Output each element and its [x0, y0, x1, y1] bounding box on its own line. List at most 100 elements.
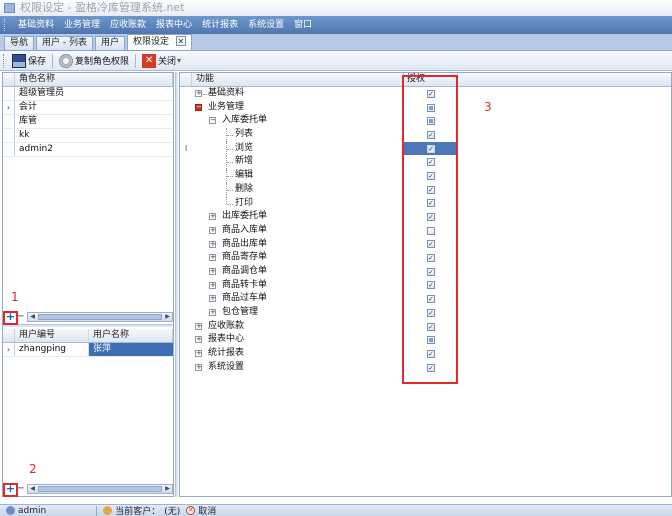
annotation-box-3: [402, 75, 458, 384]
menu-business[interactable]: 业务管理: [59, 16, 105, 34]
scroll-right-icon[interactable]: ▶: [163, 313, 172, 321]
tree-node[interactable]: + 商品出库单: [192, 238, 404, 252]
close-label: 关闭: [158, 57, 177, 67]
cancel-label[interactable]: 取消: [198, 504, 216, 516]
node-label: 商品出库单: [222, 238, 268, 249]
tree-node[interactable]: − 入库委托单: [192, 114, 404, 128]
row-header: [180, 210, 192, 224]
tab-label: 用户 - 列表: [42, 38, 87, 48]
role-name-cell[interactable]: 超级管理员: [15, 87, 173, 100]
tree-node[interactable]: 编辑: [192, 169, 404, 184]
row-header: [180, 238, 192, 252]
expand-icon[interactable]: +: [209, 254, 216, 262]
tree-node[interactable]: 列表: [192, 128, 404, 143]
text-cursor-icon: I: [184, 143, 188, 153]
tab-navigation[interactable]: 导航: [4, 36, 35, 50]
menu-statistics[interactable]: 统计报表: [197, 16, 243, 34]
menu-window[interactable]: 窗口: [289, 16, 317, 34]
column-header-role-name[interactable]: 角色名称: [15, 73, 173, 86]
tab-label: 用户: [101, 38, 120, 48]
role-row[interactable]: 库管: [3, 115, 173, 129]
tree-connector: [227, 162, 233, 164]
role-name-cell[interactable]: 会计: [15, 101, 173, 114]
expand-icon[interactable]: +: [209, 267, 216, 275]
tab-permission-settings[interactable]: 权限设定 ✕: [127, 34, 192, 50]
tree-node[interactable]: + 应收账款: [192, 320, 404, 334]
tree-node[interactable]: + 统计报表: [192, 347, 404, 361]
user-id-cell[interactable]: zhangping: [15, 343, 89, 356]
expand-icon[interactable]: +: [209, 240, 216, 248]
annotation-number-3: 3: [484, 100, 492, 114]
node-label: 入库委托单: [222, 115, 268, 126]
row-header: [180, 197, 192, 211]
tree-node[interactable]: + 商品转卡单: [192, 279, 404, 293]
tree-node[interactable]: − 业务管理: [192, 101, 404, 115]
role-row[interactable]: admin2: [3, 143, 173, 157]
current-user: admin: [18, 505, 47, 516]
tree-node[interactable]: 新增: [192, 155, 404, 170]
expand-icon[interactable]: +: [209, 295, 216, 303]
save-button[interactable]: 保存: [9, 52, 49, 70]
tree-node[interactable]: 删除: [192, 182, 404, 197]
copy-role-permission-button[interactable]: 复制角色权限: [56, 52, 132, 70]
tree-node[interactable]: + 商品过车单: [192, 292, 404, 306]
row-header: [180, 279, 192, 293]
role-row[interactable]: › 会计: [3, 101, 173, 115]
expand-icon[interactable]: +: [209, 309, 216, 316]
scroll-left-icon[interactable]: ◀: [28, 313, 37, 321]
menu-reports[interactable]: 报表中心: [151, 16, 197, 34]
scrollbar-thumb[interactable]: [38, 486, 162, 492]
expand-icon[interactable]: +: [195, 322, 202, 330]
tree-node[interactable]: + 系统设置: [192, 361, 404, 375]
collapse-icon[interactable]: −: [195, 103, 202, 111]
tree-node[interactable]: + 商品寄存单: [192, 251, 404, 265]
expand-icon[interactable]: +: [209, 213, 216, 221]
tab-user[interactable]: 用户: [95, 36, 126, 50]
tab-user-list[interactable]: 用户 - 列表: [36, 36, 93, 50]
expand-icon[interactable]: +: [195, 336, 202, 344]
user-grid-header: 用户编号 用户名称: [3, 329, 173, 343]
expand-icon[interactable]: +: [195, 350, 202, 358]
scrollbar-thumb[interactable]: [38, 314, 162, 320]
user-row[interactable]: › zhangping 张萍: [3, 343, 173, 357]
tree-node[interactable]: + 商品入库单: [192, 224, 404, 238]
expand-icon[interactable]: +: [209, 226, 216, 234]
horizontal-scrollbar[interactable]: ◀ ▶: [27, 312, 173, 322]
scroll-left-icon[interactable]: ◀: [28, 485, 37, 493]
tree-node[interactable]: + 出库委托单: [192, 210, 404, 224]
expand-icon[interactable]: +: [195, 363, 202, 371]
tree-node[interactable]: 打印: [192, 196, 404, 211]
menu-settings[interactable]: 系统设置: [243, 16, 289, 34]
expand-icon[interactable]: +: [195, 90, 202, 97]
tree-node[interactable]: 浏览: [192, 141, 404, 156]
column-header-function[interactable]: 功能: [192, 73, 404, 86]
column-header-user-id[interactable]: 用户编号: [15, 329, 89, 342]
close-button[interactable]: ✕ 关闭 ▾: [139, 52, 184, 70]
horizontal-splitter[interactable]: [3, 324, 173, 327]
scroll-right-icon[interactable]: ▶: [163, 485, 172, 493]
menu-basic-data[interactable]: 基础资料: [13, 16, 59, 34]
tree-node[interactable]: + 基础资料: [192, 87, 404, 101]
column-header-user-name[interactable]: 用户名称: [89, 329, 173, 342]
status-separator: [96, 505, 98, 516]
expand-icon[interactable]: +: [209, 281, 216, 289]
role-row[interactable]: 超级管理员: [3, 87, 173, 101]
role-name-cell[interactable]: kk: [15, 129, 173, 142]
role-row[interactable]: kk: [3, 129, 173, 143]
node-label: 打印: [235, 197, 254, 208]
copy-label: 复制角色权限: [75, 57, 130, 67]
role-name-cell[interactable]: admin2: [15, 143, 173, 156]
dropdown-arrow-icon[interactable]: ▾: [177, 56, 181, 65]
user-name-cell[interactable]: 张萍: [89, 343, 173, 356]
tree-node[interactable]: + 报表中心: [192, 333, 404, 347]
cancel-icon[interactable]: ✕: [186, 506, 196, 515]
tree-node[interactable]: + 包仓管理: [192, 306, 404, 320]
collapse-icon[interactable]: −: [209, 117, 216, 125]
menu-receivables[interactable]: 应收账款: [105, 16, 151, 34]
node-label: 商品入库单: [222, 224, 268, 235]
role-name-cell[interactable]: 库管: [15, 115, 173, 128]
vertical-splitter[interactable]: [175, 72, 178, 497]
tree-node[interactable]: + 商品调仓单: [192, 265, 404, 279]
horizontal-scrollbar[interactable]: ◀ ▶: [27, 484, 173, 494]
close-tab-icon[interactable]: ✕: [175, 36, 186, 46]
